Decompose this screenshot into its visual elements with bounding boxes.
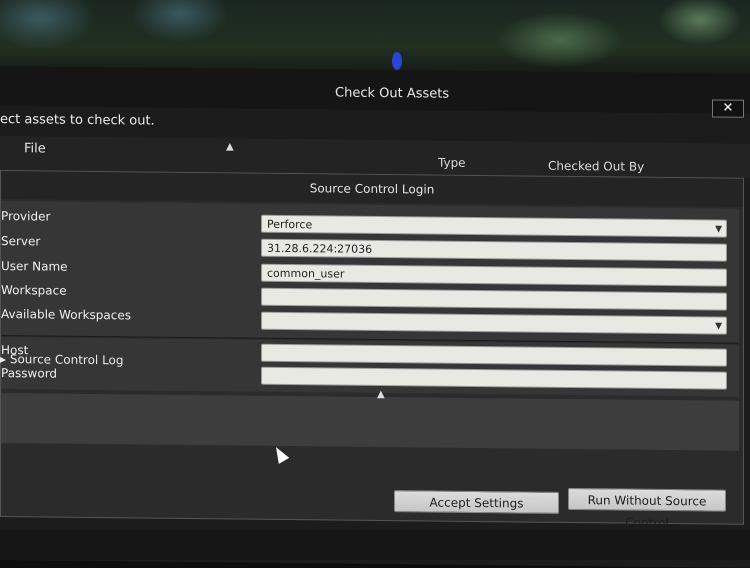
column-header-type[interactable]: Type (438, 156, 466, 170)
column-header-file[interactable]: File (24, 141, 46, 156)
user-name-value: common_user (267, 266, 345, 281)
workspace-field[interactable] (261, 287, 727, 311)
sort-ascending-icon[interactable]: ▲ (226, 141, 234, 152)
provider-dropdown[interactable]: Perforce ▼ (261, 214, 727, 238)
expand-arrow-icon: ▸ (0, 352, 10, 367)
chevron-down-icon: ▼ (715, 224, 722, 235)
server-label: Server (1, 234, 41, 249)
bottom-strip (0, 530, 750, 560)
available-workspaces-label: Available Workspaces (1, 307, 131, 323)
chevron-down-icon: ▼ (715, 321, 722, 332)
instructions-text: ect assets to check out. (0, 112, 155, 129)
provider-label: Provider (1, 209, 51, 224)
expander-area: ▲ (1, 389, 739, 451)
user-name-label: User Name (1, 259, 68, 274)
close-button[interactable]: ✕ (712, 99, 744, 118)
window-title: Check Out Assets (335, 85, 450, 102)
source-control-log-toggle[interactable]: ▸ Source Control Log (0, 352, 124, 367)
workspace-label: Workspace (1, 283, 67, 298)
close-icon: ✕ (722, 100, 734, 116)
user-name-field[interactable]: common_user (261, 263, 727, 287)
server-field[interactable]: 31.28.6.224:27036 (261, 238, 727, 262)
run-without-source-control-button[interactable]: Run Without Source Control (568, 487, 726, 530)
check-out-assets-window: Check Out Assets ✕ ect assets to check o… (0, 66, 750, 568)
column-header-checked-out-by[interactable]: Checked Out By (548, 159, 644, 174)
available-workspaces-dropdown[interactable]: ▼ (261, 311, 727, 335)
source-control-login-dialog: Source Control Login Provider Perforce ▼… (0, 170, 744, 525)
accept-settings-button[interactable]: Accept Settings (394, 490, 559, 514)
password-label: Password (1, 366, 58, 381)
server-value: 31.28.6.224:27036 (267, 241, 373, 256)
provider-value: Perforce (267, 217, 313, 232)
login-form-panel: Provider Perforce ▼ Server 31.28.6.224:2… (1, 201, 739, 344)
title-bar: Check Out Assets ✕ (0, 66, 750, 118)
password-field[interactable] (261, 366, 727, 390)
host-field[interactable] (261, 343, 727, 367)
background-detail (392, 52, 402, 70)
source-control-log-label: Source Control Log (9, 352, 124, 368)
collapse-arrow-icon[interactable]: ▲ (377, 389, 385, 400)
